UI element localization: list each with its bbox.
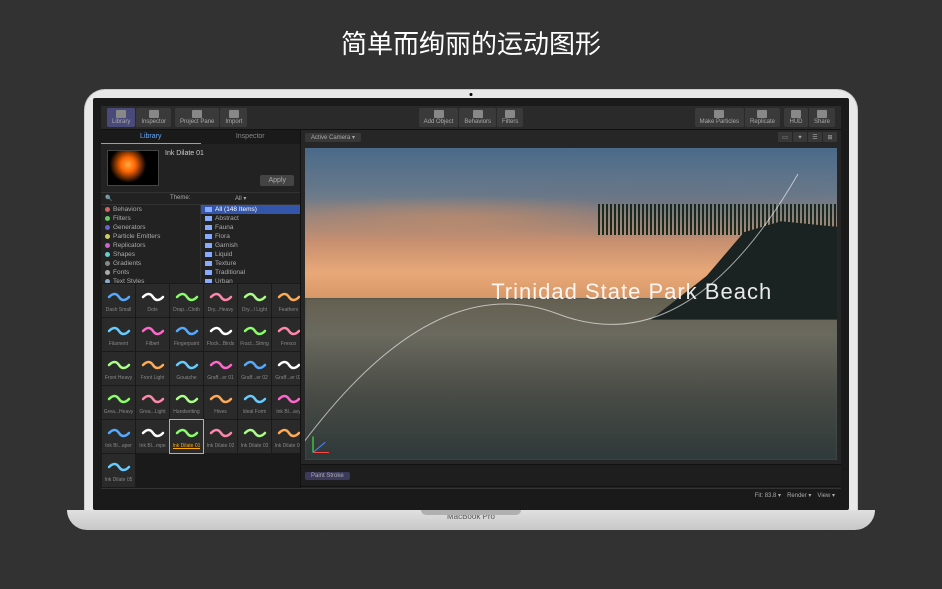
brush-item[interactable]: Feathers <box>272 284 300 317</box>
toolbar-add-object[interactable]: Add Object <box>419 108 459 127</box>
sidebar-tabs: Library Inspector <box>101 130 300 144</box>
timeline-track-label[interactable]: Paint Stroke <box>305 472 350 480</box>
camera-dropdown[interactable]: Active Camera ▾ <box>305 133 361 142</box>
brush-item[interactable]: Ink Dilate 05 <box>102 454 135 487</box>
category-item[interactable]: Gradients <box>101 259 200 268</box>
view-control[interactable]: View ▾ <box>817 492 835 499</box>
toolbar-filters[interactable]: Filters <box>497 108 523 127</box>
brush-item[interactable]: Handwriting <box>170 386 203 419</box>
toolbar-share[interactable]: Share <box>809 108 835 127</box>
brush-item[interactable]: Front Heavy <box>102 352 135 385</box>
subcategory-item[interactable]: Garnish <box>201 241 300 250</box>
brush-item[interactable]: Filbert <box>136 318 169 351</box>
subcategory-item[interactable]: Liquid <box>201 250 300 259</box>
main-toolbar: LibraryInspector Project PaneImport Add … <box>101 106 841 130</box>
brush-item[interactable]: Dots <box>136 284 169 317</box>
apply-button[interactable]: Apply <box>260 175 294 186</box>
theme-label: Theme: <box>170 195 231 202</box>
brush-item[interactable]: Ink Dilate 04 <box>272 420 300 453</box>
brush-item[interactable]: Fingerpaint <box>170 318 203 351</box>
subcategory-item[interactable]: Texture <box>201 259 300 268</box>
toolbar-inspector[interactable]: Inspector <box>136 108 171 127</box>
subcategory-item[interactable]: Fauna <box>201 223 300 232</box>
brush-item[interactable]: Fresco <box>272 318 300 351</box>
page-headline: 简单而绚丽的运动图形 <box>0 0 942 61</box>
brush-item[interactable]: Dash Small <box>102 284 135 317</box>
preview-name: Ink Dilate 01 <box>165 150 204 186</box>
view-mode-button[interactable]: ⊞ <box>823 132 837 142</box>
subcategory-item[interactable]: All (148 Items) <box>201 205 300 214</box>
toolbar-library[interactable]: Library <box>107 108 135 127</box>
brush-item[interactable]: Ink Dilate 01 <box>170 420 203 453</box>
category-item[interactable]: Replicators <box>101 241 200 250</box>
brush-item[interactable]: Grea...Light <box>136 386 169 419</box>
category-item[interactable]: Generators <box>101 223 200 232</box>
canvas-title-text[interactable]: Trinidad State Park Beach <box>491 279 772 305</box>
brush-item[interactable]: Graff...er 02 <box>238 352 271 385</box>
category-list[interactable]: BehaviorsFiltersGeneratorsParticle Emitt… <box>101 205 201 283</box>
subcategory-item[interactable]: Abstract <box>201 214 300 223</box>
brush-item[interactable]: Hives <box>204 386 237 419</box>
brush-item[interactable]: Graff...er 01 <box>204 352 237 385</box>
toolbar-make-particles[interactable]: Make Particles <box>695 108 744 127</box>
tab-library[interactable]: Library <box>101 130 201 144</box>
brush-item[interactable]: Flock...Birds <box>204 318 237 351</box>
brush-item[interactable]: Ink Bl...mpe <box>136 420 169 453</box>
brush-item[interactable]: Gouache <box>170 352 203 385</box>
subcategory-list[interactable]: All (148 Items)AbstractFaunaFloraGarnish… <box>201 205 300 283</box>
category-item[interactable]: Behaviors <box>101 205 200 214</box>
search-icon[interactable]: 🔍 <box>105 195 166 202</box>
camera-dot <box>470 93 473 96</box>
brush-item[interactable]: Front Light <box>136 352 169 385</box>
brush-item[interactable]: Fract...String <box>238 318 271 351</box>
brush-item[interactable]: Graff...er 03 <box>272 352 300 385</box>
subcategory-item[interactable]: Flora <box>201 232 300 241</box>
brush-item[interactable]: Ink Bl...aper <box>102 420 135 453</box>
category-item[interactable]: Shapes <box>101 250 200 259</box>
brush-item[interactable]: Ink Dilate 03 <box>238 420 271 453</box>
brush-item[interactable]: Dry...I Light <box>238 284 271 317</box>
preview-panel: Ink Dilate 01 Apply <box>101 144 300 193</box>
brush-item[interactable]: Filament <box>102 318 135 351</box>
brush-item[interactable]: Ink Dilate 02 <box>204 420 237 453</box>
category-item[interactable]: Filters <box>101 214 200 223</box>
canvas-area: Active Camera ▾ ▭ ✦ ☰ ⊞ <box>301 130 841 502</box>
view-mode-button[interactable]: ▭ <box>778 132 792 142</box>
render-control[interactable]: Render ▾ <box>787 492 811 499</box>
brush-item[interactable]: Grea...Heavy <box>102 386 135 419</box>
toolbar-hud[interactable]: HUD <box>784 108 808 127</box>
brush-item[interactable]: Ink Bl...avy <box>272 386 300 419</box>
status-bar: Fit: 83.8 ▾ Render ▾ View ▾ <box>101 488 841 502</box>
viewport-canvas[interactable]: Trinidad State Park Beach <box>305 148 837 460</box>
motion-app-window: LibraryInspector Project PaneImport Add … <box>101 106 841 502</box>
fit-control[interactable]: Fit: 83.8 ▾ <box>755 492 781 499</box>
view-mode-button[interactable]: ✦ <box>793 132 807 142</box>
brush-grid[interactable]: Dash SmallDotsDrap...ClothDry...HeavyDry… <box>101 283 300 488</box>
mini-timeline[interactable]: Paint Stroke <box>301 464 841 486</box>
laptop-mockup: LibraryInspector Project PaneImport Add … <box>85 90 857 570</box>
subcategory-item[interactable]: Traditional <box>201 268 300 277</box>
toolbar-project-pane[interactable]: Project Pane <box>175 108 219 127</box>
toolbar-replicate[interactable]: Replicate <box>745 108 780 127</box>
filter-row: 🔍 Theme: All ▾ <box>101 193 300 205</box>
category-item[interactable]: Particle Emitters <box>101 232 200 241</box>
toolbar-behaviors[interactable]: Behaviors <box>459 108 496 127</box>
library-sidebar: Library Inspector Ink Dilate 01 Apply 🔍 … <box>101 130 301 502</box>
theme-dropdown[interactable]: All ▾ <box>235 195 296 202</box>
preview-thumbnail <box>107 150 159 186</box>
brush-item[interactable]: Drap...Cloth <box>170 284 203 317</box>
tab-inspector[interactable]: Inspector <box>201 130 301 144</box>
toolbar-import[interactable]: Import <box>220 108 247 127</box>
brush-item[interactable]: Dry...Heavy <box>204 284 237 317</box>
view-mode-button[interactable]: ☰ <box>808 132 822 142</box>
brush-item[interactable]: Ideal Form <box>238 386 271 419</box>
category-item[interactable]: Fonts <box>101 268 200 277</box>
